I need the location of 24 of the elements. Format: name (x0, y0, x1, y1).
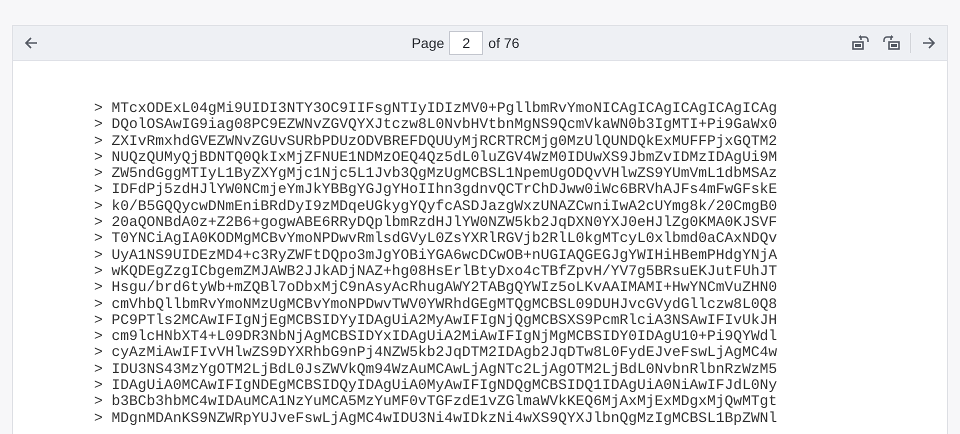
text-line: > ZXIvRmxhdGVEZWNvZGUvSURbPDUzODVBREFDQUUyMjRCRTRCMjg0MzUlQUNDQkExMUFFPjxGQTM2 (94, 134, 778, 150)
text-line: > cm9lcHNbXT4+L09DR3NbNjAgMCBSIDYxIDAgUiA2MiAwIFIgNjMgMCBSIDY0IDAgU10+Pi9QYWdl (94, 329, 778, 346)
text-line: > b3BCb3hbMC4wIDAuMCA1NzYuMCA5MzYuMF0vTGFzdE1vZGlmaWVkKEQ6MjAxMjExMDgxMjQwMTgt (94, 394, 778, 411)
text-line: > cyAzMiAwIFIvVHlwZS9DYXRhbG9nPj4NZW5kb2JqDTM2IDAgb2JqDTw8L0FydEJveFswLjAgMC4w (94, 345, 778, 362)
text-line: > k0/B5GQQycwDNmEniBRdDyI9zMDqeUGkygYQyfcASDJazgWxzUNAZCwniIwA2cUYmg8k/20CmgB0 (94, 198, 778, 215)
text-line: > MDgnMDAnKS9NZWRpYUJveFswLjAgMC4wIDU3Ni4wIDkzNi4wXS9QYXJlbnQgMzIgMCBSL1BpZWNl (94, 410, 778, 427)
text-line: > IDAgUiA0MCAwIFIgNDEgMCBSIDQyIDAgUiA0MyAwIFIgNDQgMCBSIDQ1IDAgUiA0NiAwIFJdL0Ny (94, 378, 778, 394)
text-line: > 20aQONBdA0z+Z2B6+gogwABE6RRyDQplbmRzdHJlYW0NZW5kb2JqDXN0YXJ0eHJlZg0KMA0KJSVF (94, 215, 778, 232)
text-line: > T0YNCiAgIA0KODMgMCBvYmoNPDwvRmlsdGVyL0ZsYXRlRGVjb2RlL0kgMTcyL0xlbmd0aCAxNDQv (94, 231, 778, 248)
text-line: > NUQzQUMyQjBDNTQ0QkIxMjZFNUE1NDMzOEQ4Qz5dL0luZGV4WzM0IDUwXS9JbmZvIDMzIDAgUi9M (94, 150, 778, 166)
text-line: > IDU3NS43MzYgOTM2LjBdL0JsZWVkQm94WzAuMCAwLjAgNTc2LjAgOTM2LjBdL0NvbnRlbnRzWzM5 (94, 362, 778, 378)
text-line: > ZW5ndGggMTIyL1ByZXYgMjc1Njc5L1Jvb3QgMzUgMCBSL1NpemUgODQvVHlwZS9YUmVmL1dbMSAz (94, 166, 778, 182)
rotate-left-icon[interactable] (850, 33, 872, 53)
text-line: > UyA1NS9UIDEzMD4+c3RyZWFtDQpo3mJgYOBiYGA6wcDCwOB+nUGIAQGEGJgYWIHiHBemPHdgYNjA (94, 248, 778, 264)
text-line: > PC9PTls2MCAwIFIgNjEgMCBSIDYyIDAgUiA2MyAwIFIgNjQgMCBSXS9PcmRlciA3NSAwIFIvUkJH (94, 312, 778, 329)
text-line: > DQolOSAwIG9iag08PC9EZWNvZGVQYXJtczw8L0NvbHVtbnMgNS9QcmVkaWN0b3IgMTI+Pi9GaWx0 (94, 117, 778, 134)
page-label: Page (412, 35, 444, 51)
page-total: of 76 (488, 35, 520, 51)
text-line: > cmVhbQllbmRvYmoNMzUgMCBvYmoNPDwvTWV0YWRhdGEgMTQgMCBSL09DUHJvcGVydGllczw8L0Q8 (94, 296, 778, 313)
text-line: > wKQDEgZzgICbgemZMJAWB2JJkADjNAZ+hg08HsErlBtyDxo4cTBfZpvH/YV7g5BRsuEKJutFUhJT (94, 264, 778, 280)
text-line: > IDFdPj5zdHJlYW0NCmjeYmJkYBBgYGJgYHoIIhn3gdnvQCTrChDJww0iWc6BRVhAJFs4mFwGFskE (94, 182, 778, 199)
text-line: > Hsgu/brd6tyWb+mZQBl7oDbxMjC9nAsyAcRhugAWY2TABgQYWIz5oLKvAAIMAMI+HwYNCmVuZHN0 (94, 280, 778, 297)
text-line: > MTcxODExL04gMi9UIDI3NTY3OC9IIFsgNTIyIDIzMV0+PgllbmRvYmoNICAgICAgICAgICAgICAg (94, 101, 778, 117)
page-number-field[interactable]: 2 (449, 31, 484, 55)
